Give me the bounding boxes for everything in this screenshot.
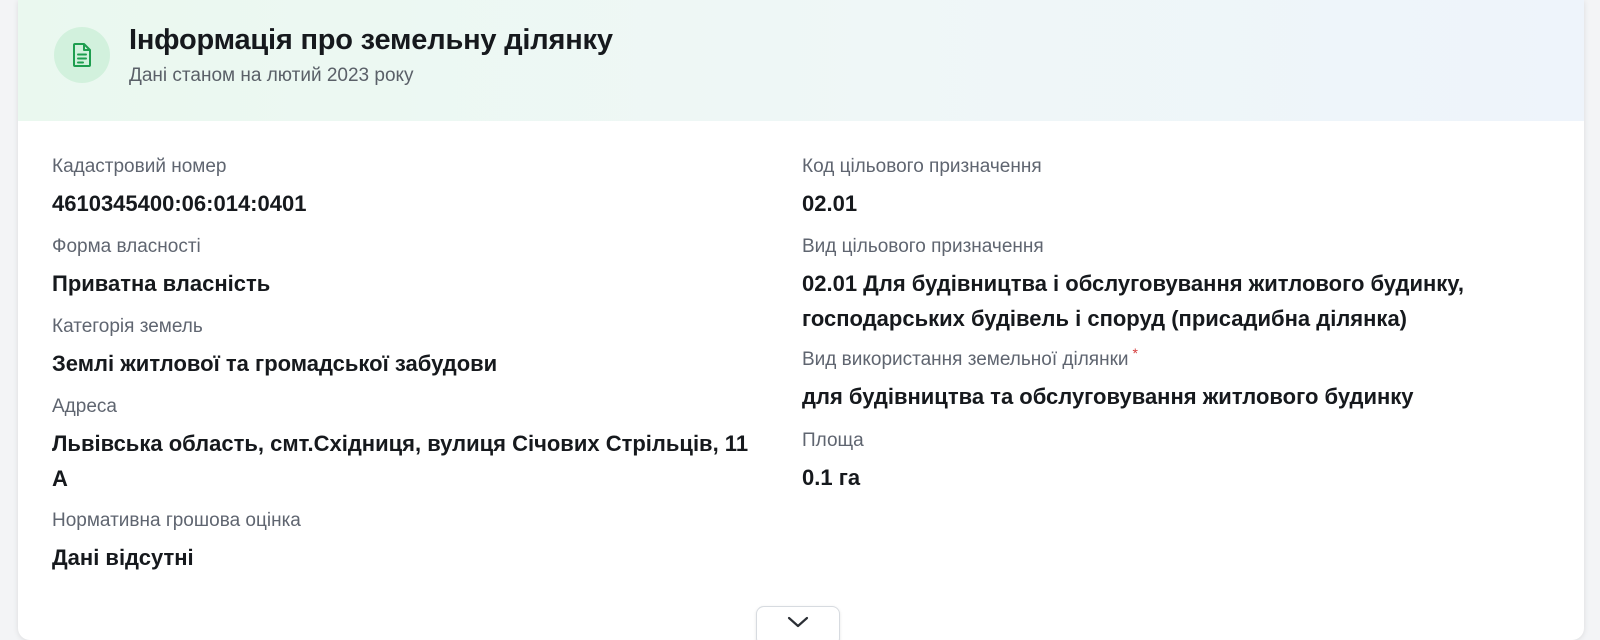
field-label: Кадастровий номер	[52, 156, 227, 177]
purpose-code-field: Код цільового призначення 02.01	[802, 155, 1542, 221]
field-label: Адреса	[52, 396, 117, 417]
area-field: Площа 0.1 га	[802, 429, 1542, 495]
field-label-text: Вид використання земельної ділянки	[802, 349, 1129, 370]
land-use-type-field: Вид використання земельної ділянки * для …	[802, 345, 1542, 414]
field-value: для будівництва та обслуговування житлов…	[802, 384, 1414, 409]
field-label: Вид цільового призначення	[802, 236, 1044, 257]
address-field: Адреса Львівська область, смт.Східниця, …	[52, 395, 762, 496]
field-label: Код цільового призначення	[802, 156, 1042, 177]
field-value: 02.01 Для будівництва і обслуговування ж…	[802, 271, 1464, 331]
land-info-card: Інформація про земельну ділянку Дані ста…	[18, 0, 1584, 640]
normative-valuation-field: Нормативна грошова оцінка Дані відсутні	[52, 509, 772, 575]
field-label: Вид використання земельної ділянки *	[802, 345, 1542, 372]
land-category-field: Категорія земель Землі житлової та грома…	[52, 315, 772, 381]
required-mark: *	[1132, 345, 1138, 361]
field-label: Нормативна грошова оцінка	[52, 510, 301, 531]
field-value: Приватна власність	[52, 271, 271, 296]
card-header: Інформація про земельну ділянку Дані ста…	[18, 0, 1584, 121]
field-value: Львівська область, смт.Східниця, вулиця …	[52, 431, 749, 491]
field-value: Дані відсутні	[52, 545, 194, 570]
cadastral-number-field: Кадастровий номер 4610345400:06:014:0401	[52, 155, 772, 221]
field-value: 02.01	[802, 191, 858, 216]
document-icon	[54, 27, 110, 83]
field-value: Землі житлової та громадської забудови	[52, 351, 498, 376]
purpose-type-field: Вид цільового призначення 02.01 Для буді…	[802, 235, 1542, 336]
card-title: Інформація про земельну ділянку	[129, 24, 613, 56]
field-label: Форма власності	[52, 236, 201, 257]
field-value: 4610345400:06:014:0401	[52, 191, 307, 216]
field-value: 0.1 га	[802, 465, 861, 490]
field-label: Площа	[802, 430, 864, 451]
chevron-down-icon	[787, 616, 809, 628]
card-subtitle: Дані станом на лютий 2023 року	[129, 65, 414, 86]
field-label: Категорія земель	[52, 316, 203, 337]
ownership-form-field: Форма власності Приватна власність	[52, 235, 772, 301]
